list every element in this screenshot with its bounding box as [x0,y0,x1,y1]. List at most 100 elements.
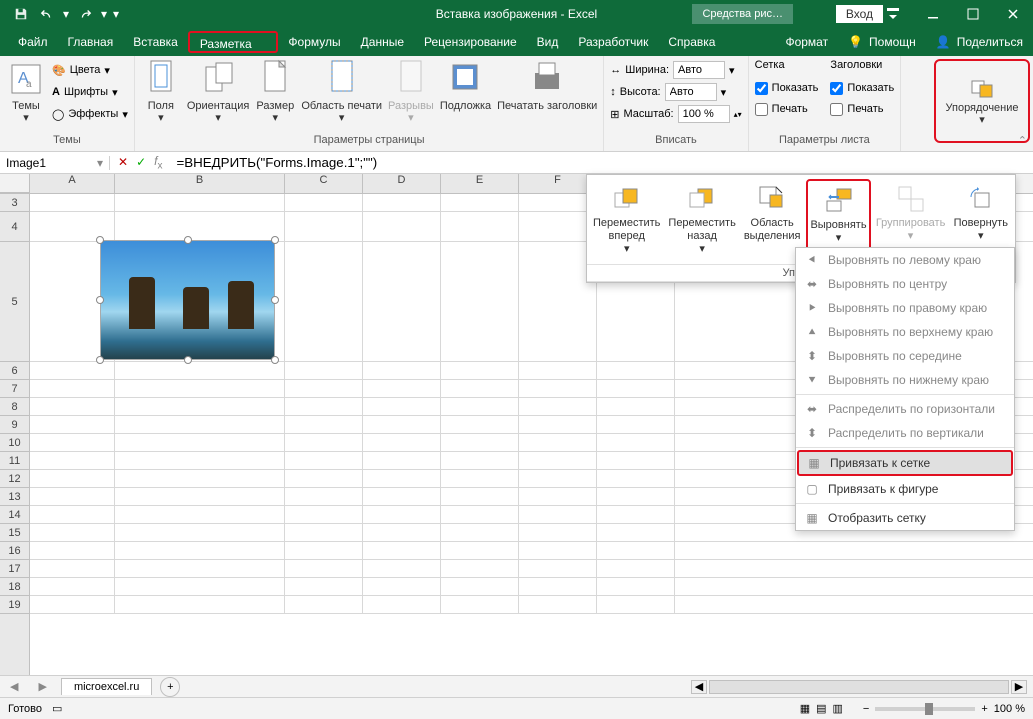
zoom-in-button[interactable]: + [981,703,987,715]
cell[interactable] [597,488,675,506]
cell[interactable] [519,452,597,470]
row-header[interactable]: 7 [0,380,29,398]
align-menu-item[interactable]: ▢Привязать к фигуре [796,477,1014,501]
cell[interactable] [30,452,115,470]
cell[interactable] [30,542,115,560]
cell[interactable] [285,542,363,560]
height-input[interactable] [665,83,717,101]
arrange-button[interactable]: Упорядочение▾ [934,59,1030,143]
resize-handle[interactable] [96,236,104,244]
cell[interactable] [285,524,363,542]
headings-print-checkbox[interactable]: Печать [830,99,894,119]
cell[interactable] [519,470,597,488]
macro-record-icon[interactable]: ▭ [52,702,62,715]
row-header[interactable]: 14 [0,506,29,524]
tab-home[interactable]: Главная [58,31,124,53]
resize-handle[interactable] [96,296,104,304]
cell[interactable] [115,194,285,212]
cell[interactable] [441,488,519,506]
cell[interactable] [441,506,519,524]
cell[interactable] [441,452,519,470]
cell[interactable] [30,362,115,380]
cell[interactable] [285,506,363,524]
resize-handle[interactable] [271,236,279,244]
share-button[interactable]: 👤Поделиться [926,35,1033,49]
cell[interactable] [115,380,285,398]
tab-insert[interactable]: Вставка [123,31,188,53]
close-button[interactable] [993,0,1033,28]
cell[interactable] [597,560,675,578]
tell-me[interactable]: 💡Помощн [838,35,926,49]
align-menu-item[interactable]: ▦Отобразить сетку [796,506,1014,530]
drawing-tools-tab[interactable]: Средства рис… [692,4,793,24]
breaks-button[interactable]: Разрывы▾ [388,59,434,124]
cell[interactable] [363,362,441,380]
redo-dropdown[interactable]: ▾ [98,0,110,28]
print-area-button[interactable]: Область печати▾ [301,59,382,124]
cell[interactable] [363,380,441,398]
cell[interactable] [115,470,285,488]
cell[interactable] [363,488,441,506]
cell[interactable] [363,578,441,596]
row-header[interactable]: 19 [0,596,29,614]
row-header[interactable]: 3 [0,194,29,212]
embedded-image[interactable] [100,240,275,360]
column-header[interactable]: B [115,174,285,193]
cell[interactable] [285,596,363,614]
column-header[interactable]: E [441,174,519,193]
effects-button[interactable]: ◯Эффекты ▾ [52,103,128,125]
hscroll-track[interactable] [709,680,1009,694]
cell[interactable] [285,194,363,212]
tab-review[interactable]: Рецензирование [414,31,527,53]
cell[interactable] [597,524,675,542]
colors-button[interactable]: 🎨Цвета ▾ [52,59,128,81]
cell[interactable] [115,398,285,416]
row-header[interactable]: 11 [0,452,29,470]
row-header[interactable]: 4 [0,212,29,242]
redo-button[interactable] [72,0,98,28]
cell[interactable] [519,398,597,416]
row-header[interactable]: 9 [0,416,29,434]
cell[interactable] [115,596,285,614]
column-header[interactable]: D [363,174,441,193]
cell[interactable] [285,560,363,578]
cell[interactable] [285,488,363,506]
cell[interactable] [519,524,597,542]
row-header[interactable]: 13 [0,488,29,506]
tab-help[interactable]: Справка [658,31,725,53]
row-header[interactable]: 18 [0,578,29,596]
row-header[interactable]: 10 [0,434,29,452]
ribbon-options-icon[interactable] [873,0,913,28]
normal-view-icon[interactable]: ▦ [800,702,810,715]
cell[interactable] [363,242,441,362]
tab-view[interactable]: Вид [527,31,569,53]
cell[interactable] [519,542,597,560]
cell[interactable] [285,212,363,242]
cell[interactable] [363,506,441,524]
cell[interactable] [285,242,363,362]
cell[interactable] [597,578,675,596]
zoom-slider[interactable] [875,707,975,711]
cell[interactable] [285,452,363,470]
undo-button[interactable] [34,0,60,28]
cell[interactable] [115,434,285,452]
cell[interactable] [519,416,597,434]
cell[interactable] [30,416,115,434]
cell[interactable] [597,542,675,560]
themes-button[interactable]: Aa Темы▾ [6,59,46,124]
cell[interactable] [363,212,441,242]
bring-forward-button[interactable]: Переместить вперед▾ [591,179,662,260]
row-header[interactable]: 15 [0,524,29,542]
cell[interactable] [441,434,519,452]
cell[interactable] [441,470,519,488]
formula-input[interactable] [170,155,1033,170]
page-layout-view-icon[interactable]: ▤ [816,702,826,715]
cell[interactable] [285,434,363,452]
cell[interactable] [363,398,441,416]
cell[interactable] [30,506,115,524]
cell[interactable] [115,542,285,560]
cell[interactable] [115,488,285,506]
gridlines-print-checkbox[interactable]: Печать [755,99,819,119]
cell[interactable] [597,434,675,452]
cell[interactable] [30,194,115,212]
